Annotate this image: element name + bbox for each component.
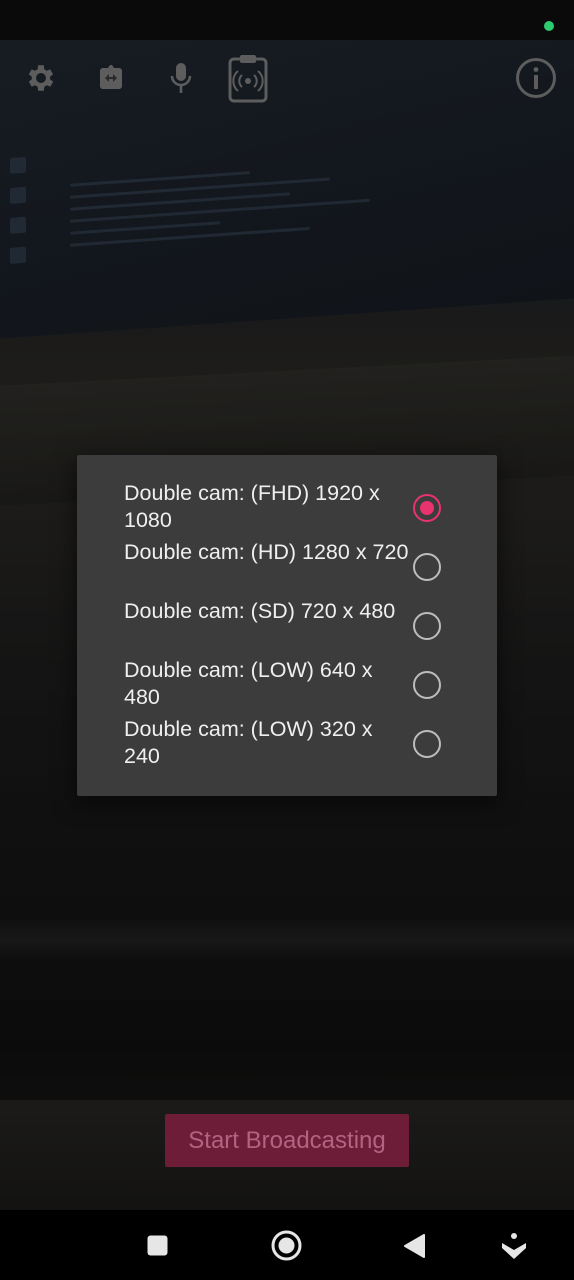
- gear-icon[interactable]: [24, 61, 58, 95]
- resolution-option-sd[interactable]: Double cam: (SD) 720 x 480: [77, 598, 497, 657]
- assist-down-icon[interactable]: [501, 1232, 527, 1265]
- resolution-option-label: Double cam: (HD) 1280 x 720: [124, 540, 409, 564]
- resolution-option-label: Double cam: (LOW) 640 x 480: [124, 658, 373, 709]
- info-icon[interactable]: [515, 57, 557, 99]
- radio-button[interactable]: [413, 671, 441, 699]
- resolution-option-label: Double cam: (LOW) 320 x 240: [124, 717, 373, 768]
- system-nav-bar: [0, 1210, 574, 1280]
- resolution-option-low-640[interactable]: Double cam: (LOW) 640 x 480: [77, 657, 497, 716]
- resolution-dialog: Double cam: (FHD) 1920 x 1080 Double cam…: [77, 455, 497, 796]
- resolution-option-label: Double cam: (SD) 720 x 480: [124, 599, 396, 623]
- radio-button[interactable]: [413, 730, 441, 758]
- radio-button-selected[interactable]: [413, 494, 441, 522]
- microphone-icon[interactable]: [167, 61, 195, 95]
- privacy-indicator-dot: [544, 21, 554, 31]
- radio-button[interactable]: [413, 553, 441, 581]
- resolution-option-fhd[interactable]: Double cam: (FHD) 1920 x 1080: [77, 480, 497, 539]
- switch-camera-icon[interactable]: [94, 62, 128, 94]
- home-circle-icon[interactable]: [271, 1230, 302, 1266]
- back-triangle-icon[interactable]: [403, 1234, 425, 1263]
- clipboard-broadcast-icon[interactable]: [227, 52, 269, 104]
- radio-button[interactable]: [413, 612, 441, 640]
- resolution-option-low-320[interactable]: Double cam: (LOW) 320 x 240: [77, 716, 497, 775]
- resolution-option-label: Double cam: (FHD) 1920 x 1080: [124, 481, 380, 532]
- start-broadcasting-button[interactable]: Start Broadcasting: [165, 1114, 409, 1167]
- recents-square-icon[interactable]: [147, 1235, 168, 1261]
- status-bar: [0, 0, 574, 40]
- resolution-option-hd[interactable]: Double cam: (HD) 1280 x 720: [77, 539, 497, 598]
